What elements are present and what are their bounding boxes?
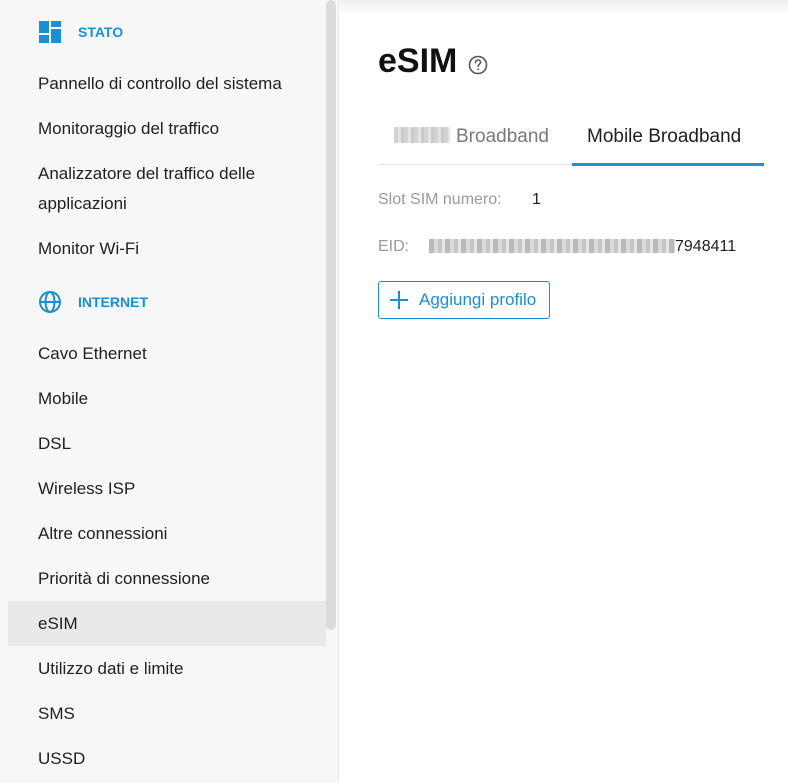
sidebar-item-wireless-isp[interactable]: Wireless ISP [38,474,308,504]
redacted-text [394,126,450,143]
eid-label: EID: [378,238,410,255]
section-title-status: STATO [78,24,124,40]
section-header-status: STATO [38,20,123,44]
add-profile-label: Aggiungi profilo [419,290,537,309]
sidebar: STATO Pannello di controllo del sistema … [0,0,339,783]
sidebar-item-esim[interactable]: eSIM [38,609,308,639]
sidebar-item-sms[interactable]: SMS [38,699,308,729]
sidebar-item-monitoraggio[interactable]: Monitoraggio del traffico [38,114,308,144]
help-circle-icon[interactable] [468,55,488,75]
sidebar-item-dsl[interactable]: DSL [38,429,308,459]
eid-value: 7948411 [675,238,737,255]
sidebar-item-altre-connessioni[interactable]: Altre connessioni [38,519,308,549]
section-header-internet: INTERNET [38,290,148,314]
sidebar-item-monitor-wifi[interactable]: Monitor Wi-Fi [38,234,308,264]
sidebar-item-priorita[interactable]: Priorità di connessione [38,564,308,594]
eid-redacted [429,239,675,253]
sidebar-item-mobile[interactable]: Mobile [38,384,308,414]
slot-value: 1 [532,191,541,208]
add-profile-button[interactable]: Aggiungi profilo [378,281,550,319]
globe-icon [38,290,62,314]
tab-mobile-broadband[interactable]: Mobile Broadband [587,126,741,148]
page-title: eSIM [378,42,458,80]
sidebar-item-utilizzo-dati[interactable]: Utilizzo dati e limite [38,654,308,684]
slot-label: Slot SIM numero: [378,191,502,208]
tab-broadband-label: Broadband [456,126,549,147]
plus-icon [389,290,409,310]
sidebar-scrollbar[interactable] [326,0,336,630]
sidebar-item-ussd[interactable]: USSD [38,744,308,774]
section-title-internet: INTERNET [78,294,148,310]
tab-broadband[interactable]: Broadband [394,126,549,148]
sidebar-item-pannello[interactable]: Pannello di controllo del sistema [38,69,308,99]
sidebar-item-cavo-ethernet[interactable]: Cavo Ethernet [38,339,308,369]
sidebar-item-analizzatore[interactable]: Analizzatore del traffico delle applicaz… [38,159,308,219]
top-shadow [339,0,788,14]
active-tab-indicator [572,163,764,166]
dashboard-icon [38,20,62,44]
